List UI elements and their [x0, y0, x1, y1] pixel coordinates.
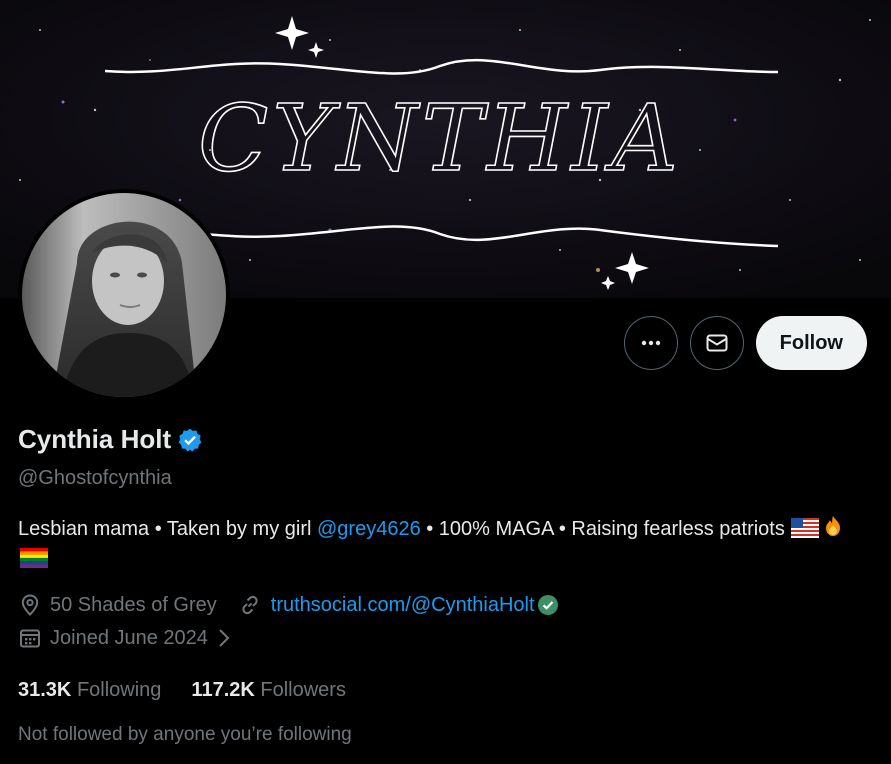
message-button[interactable]: [689, 316, 744, 370]
follow-stats: 31.3K Following 117.2K Followers: [18, 679, 346, 702]
profile-actions: Follow: [623, 316, 867, 370]
bio-text: Lesbian mama • Taken by my girl: [18, 518, 317, 540]
more-icon: [641, 340, 660, 346]
joined-date: Joined June 2024: [50, 626, 208, 649]
more-button[interactable]: [623, 316, 678, 370]
chevron-right-icon[interactable]: [216, 627, 232, 649]
rainbow-flag-emoji: [20, 548, 48, 568]
following-label: Following: [76, 679, 162, 701]
us-flag-emoji: [790, 518, 819, 538]
followed-by-note: Not followed by anyone you’re following: [18, 724, 352, 745]
location-text: 50 Shades of Grey: [50, 593, 217, 616]
following-stat[interactable]: 31.3K Following: [18, 679, 161, 702]
fire-emoji: [825, 516, 840, 536]
message-icon: [706, 334, 728, 352]
profile-meta-row-2: Joined June 2024: [18, 626, 232, 650]
link-icon: [242, 595, 258, 615]
followers-stat[interactable]: 117.2K Followers: [191, 679, 346, 702]
bio-text-2: • 100% MAGA • Raising fearless patriots: [420, 518, 785, 540]
profile-bio: Lesbian mama • Taken by my girl @grey462…: [18, 514, 858, 574]
bio-mention-link[interactable]: @grey4626: [317, 518, 421, 540]
verified-badge-icon[interactable]: [177, 427, 203, 453]
website-verified-icon: [537, 595, 558, 615]
following-count: 31.3K: [18, 679, 72, 701]
avatar[interactable]: [22, 193, 226, 397]
followers-label: Followers: [260, 679, 346, 701]
avatar-frame: [18, 189, 230, 401]
avatar-photo: [22, 193, 226, 397]
follow-button[interactable]: Follow: [755, 316, 867, 370]
display-name: Cynthia Holt: [18, 424, 172, 454]
followers-count: 117.2K: [191, 679, 255, 701]
profile-meta-row-1: 50 Shades of Grey truthsocial.com/@Cynth…: [18, 593, 559, 617]
profile-name-row: Cynthia Holt: [18, 424, 203, 455]
banner-title: CYNTHIA: [198, 85, 682, 192]
user-handle: @Ghostofcynthia: [18, 467, 172, 489]
website-link[interactable]: truthsocial.com/@CynthiaHolt: [271, 594, 535, 617]
location-icon: [21, 594, 39, 616]
calendar-icon: [20, 629, 40, 648]
